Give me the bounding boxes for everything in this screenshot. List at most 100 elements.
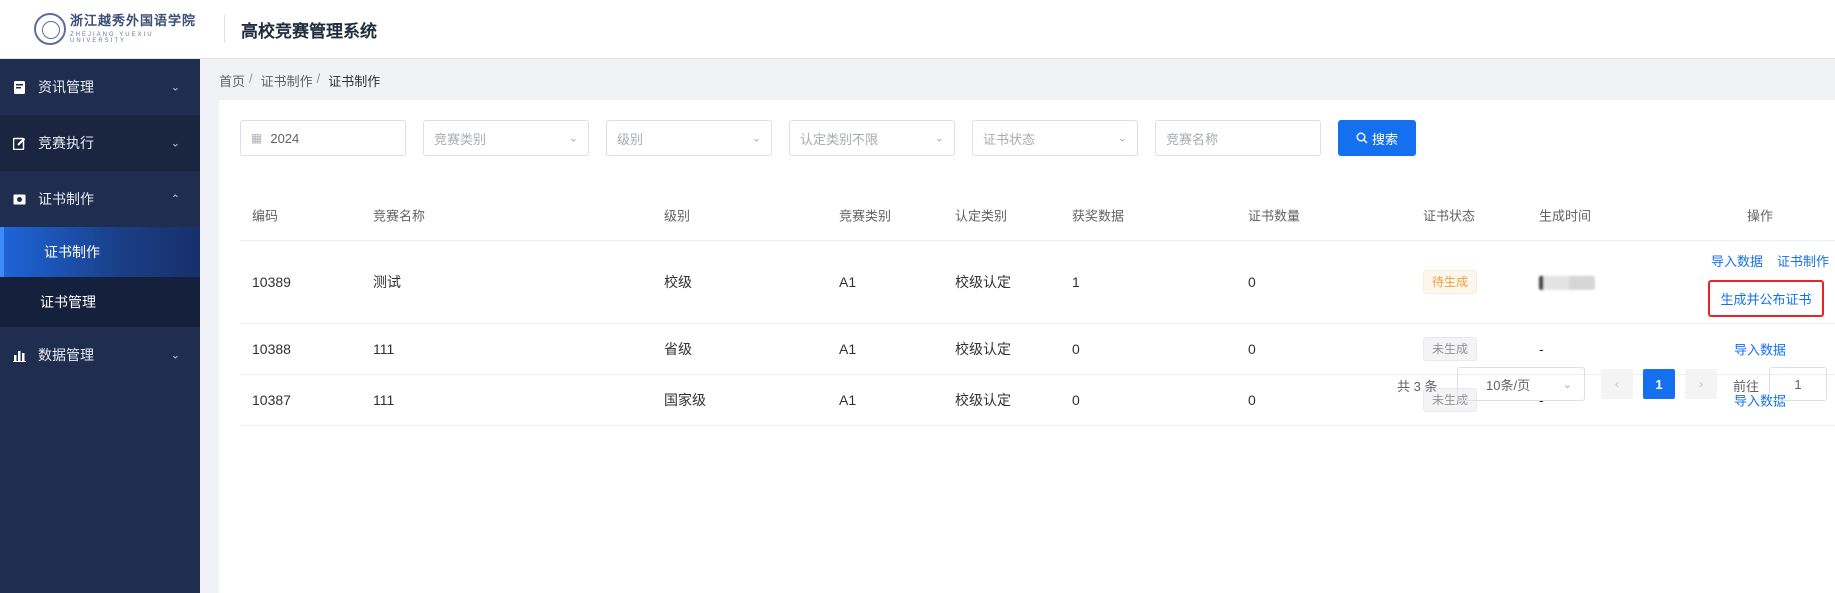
sidebar-item-label: 证书制作 [38, 191, 94, 207]
sidebar-subitem-certificate-manage[interactable]: 证书管理 [0, 277, 200, 327]
category-placeholder: 竞赛类别 [434, 131, 487, 147]
cell-code: 10388 [252, 341, 291, 357]
header-time: 生成时间 [1539, 208, 1592, 224]
header-level: 级别 [664, 208, 691, 224]
sidebar-item-label: 资讯管理 [38, 79, 94, 95]
recognition-placeholder: 认定类别不限 [800, 131, 879, 147]
chevron-down-icon: ⌄ [170, 81, 180, 94]
status-badge: 未生成 [1423, 337, 1478, 361]
header-category: 竞赛类别 [839, 208, 892, 224]
cell-level: 校级 [664, 274, 692, 290]
page-size-select[interactable]: 10条/页 ⌄ [1457, 367, 1585, 401]
status-badge: 待生成 [1423, 270, 1478, 294]
year-value: 2024 [270, 130, 300, 146]
university-logo: 浙江越秀外国语学院 ZHEJIANG YUEXIU UNIVERSITY [0, 0, 200, 59]
status-placeholder: 证书状态 [983, 131, 1036, 147]
table-header: 编码 竞赛名称 级别 竞赛类别 认定类别 获奖数据 证书数量 证书状态 生成时间… [240, 190, 1835, 241]
goto-page-input[interactable]: 1 [1769, 367, 1827, 401]
breadcrumb-current: 证书制作 [328, 74, 381, 89]
university-seal-icon [34, 13, 66, 45]
sidebar-item-label: 竞赛执行 [38, 135, 94, 151]
edit-icon [12, 136, 26, 150]
pagination-total: 共 3 条 [1397, 379, 1438, 394]
document-icon [12, 80, 26, 94]
import-data-link[interactable]: 导入数据 [1734, 343, 1786, 358]
table-row: 10389 测试 校级 A1 校级认定 1 0 待生成 导入数据 证书制作 生成… [240, 241, 1835, 324]
logo-chinese-name: 浙江越秀外国语学院 [70, 13, 197, 29]
cell-time: - [1539, 341, 1544, 357]
chevron-down-icon: ⌄ [170, 137, 180, 150]
cell-recognition: 校级认定 [955, 341, 1011, 357]
recognition-select[interactable]: 认定类别不限 ⌄ [789, 120, 955, 156]
search-button[interactable]: 搜索 [1338, 120, 1416, 156]
level-select[interactable]: 级别 ⌄ [606, 120, 772, 156]
header-cert-count: 证书数量 [1248, 208, 1301, 224]
chevron-down-icon: ⌄ [751, 132, 761, 145]
cell-name: 111 [373, 341, 395, 357]
header-status: 证书状态 [1423, 208, 1476, 224]
sidebar-item-certificate[interactable]: 证书制作 ⌃ [0, 171, 200, 227]
status-tag: 未生成 [1423, 337, 1478, 361]
competition-name-input[interactable]: 竞赛名称 [1155, 120, 1321, 156]
row-actions: 导入数据 [1685, 340, 1835, 359]
chevron-down-icon: ⌄ [568, 132, 578, 145]
cell-cert-count: 0 [1248, 274, 1256, 290]
name-placeholder: 竞赛名称 [1166, 131, 1219, 147]
certificate-icon [12, 192, 26, 206]
header-ops: 操作 [1746, 208, 1773, 224]
cell-recognition: 校级认定 [955, 274, 1011, 290]
header-code: 编码 [252, 208, 279, 224]
chevron-up-icon: ⌃ [170, 193, 180, 206]
cell-category: A1 [839, 274, 857, 290]
prev-page-button[interactable]: ‹ [1601, 369, 1633, 399]
breadcrumb: 首页 / 证书制作 / 证书制作 [219, 71, 381, 90]
import-data-link[interactable]: 导入数据 [1711, 251, 1763, 270]
sidebar-item-news[interactable]: 资讯管理 ⌄ [0, 59, 200, 115]
header-name: 竞赛名称 [373, 208, 426, 224]
top-header: 浙江越秀外国语学院 ZHEJIANG YUEXIU UNIVERSITY 高校竞… [0, 0, 1835, 59]
sidebar-subitem-label: 证书管理 [40, 294, 96, 310]
cell-name: 测试 [373, 274, 401, 290]
breadcrumb-level1[interactable]: 证书制作 [261, 71, 313, 90]
header-awards: 获奖数据 [1072, 208, 1125, 224]
status-select[interactable]: 证书状态 ⌄ [972, 120, 1138, 156]
page-number-current[interactable]: 1 [1643, 369, 1675, 399]
sidebar-item-execution[interactable]: 竞赛执行 ⌄ [0, 115, 200, 171]
row-actions: 导入数据 证书制作 生成并公布证书 [1685, 251, 1835, 317]
sidebar-subitem-certificate-make[interactable]: 证书制作 [0, 227, 200, 277]
status-tag: 待生成 [1423, 270, 1478, 294]
main-panel: ▦ 2024 竞赛类别 ⌄ 级别 ⌄ 认定类别不限 ⌄ 证书状态 ⌄ 竞赛名称 … [219, 100, 1835, 593]
cell-awards: 1 [1072, 274, 1080, 290]
header-divider [224, 15, 225, 43]
make-certificate-link[interactable]: 证书制作 [1777, 251, 1829, 270]
goto-label: 前往 [1733, 379, 1760, 394]
cell-awards: 0 [1072, 341, 1080, 357]
chevron-left-icon: ‹ [1615, 377, 1619, 391]
search-label: 搜索 [1371, 131, 1398, 147]
highlight-box: 生成并公布证书 [1708, 280, 1824, 317]
logo-english-name: ZHEJIANG YUEXIU UNIVERSITY [70, 31, 154, 44]
chevron-down-icon: ⌄ [1117, 132, 1127, 145]
cell-time-redacted [1539, 274, 1595, 291]
app-title: 高校竞赛管理系统 [241, 21, 377, 41]
level-placeholder: 级别 [617, 131, 644, 147]
category-select[interactable]: 竞赛类别 ⌄ [423, 120, 589, 156]
filter-bar: ▦ 2024 竞赛类别 ⌄ 级别 ⌄ 认定类别不限 ⌄ 证书状态 ⌄ 竞赛名称 … [240, 120, 1416, 156]
search-icon [1356, 132, 1368, 144]
cell-cert-count: 0 [1248, 341, 1256, 357]
year-picker[interactable]: ▦ 2024 [240, 120, 406, 156]
chevron-down-icon: ⌄ [934, 132, 944, 145]
header-recognition: 认定类别 [955, 208, 1008, 224]
generate-publish-certificate-link[interactable]: 生成并公布证书 [1720, 289, 1811, 308]
page-size-value: 10条/页 [1486, 377, 1531, 393]
cell-category: A1 [839, 341, 857, 357]
sidebar-item-label: 数据管理 [38, 347, 94, 363]
sidebar-item-data[interactable]: 数据管理 ⌄ [0, 327, 200, 383]
calendar-icon: ▦ [251, 131, 263, 145]
next-page-button[interactable]: › [1685, 369, 1717, 399]
cell-level: 省级 [664, 341, 692, 357]
chevron-down-icon: ⌄ [1562, 378, 1572, 391]
breadcrumb-home[interactable]: 首页 [219, 71, 245, 90]
pagination: 共 3 条 10条/页 ⌄ ‹ 1 › 前往 1 [219, 367, 1835, 403]
chevron-down-icon: ⌄ [170, 349, 180, 362]
